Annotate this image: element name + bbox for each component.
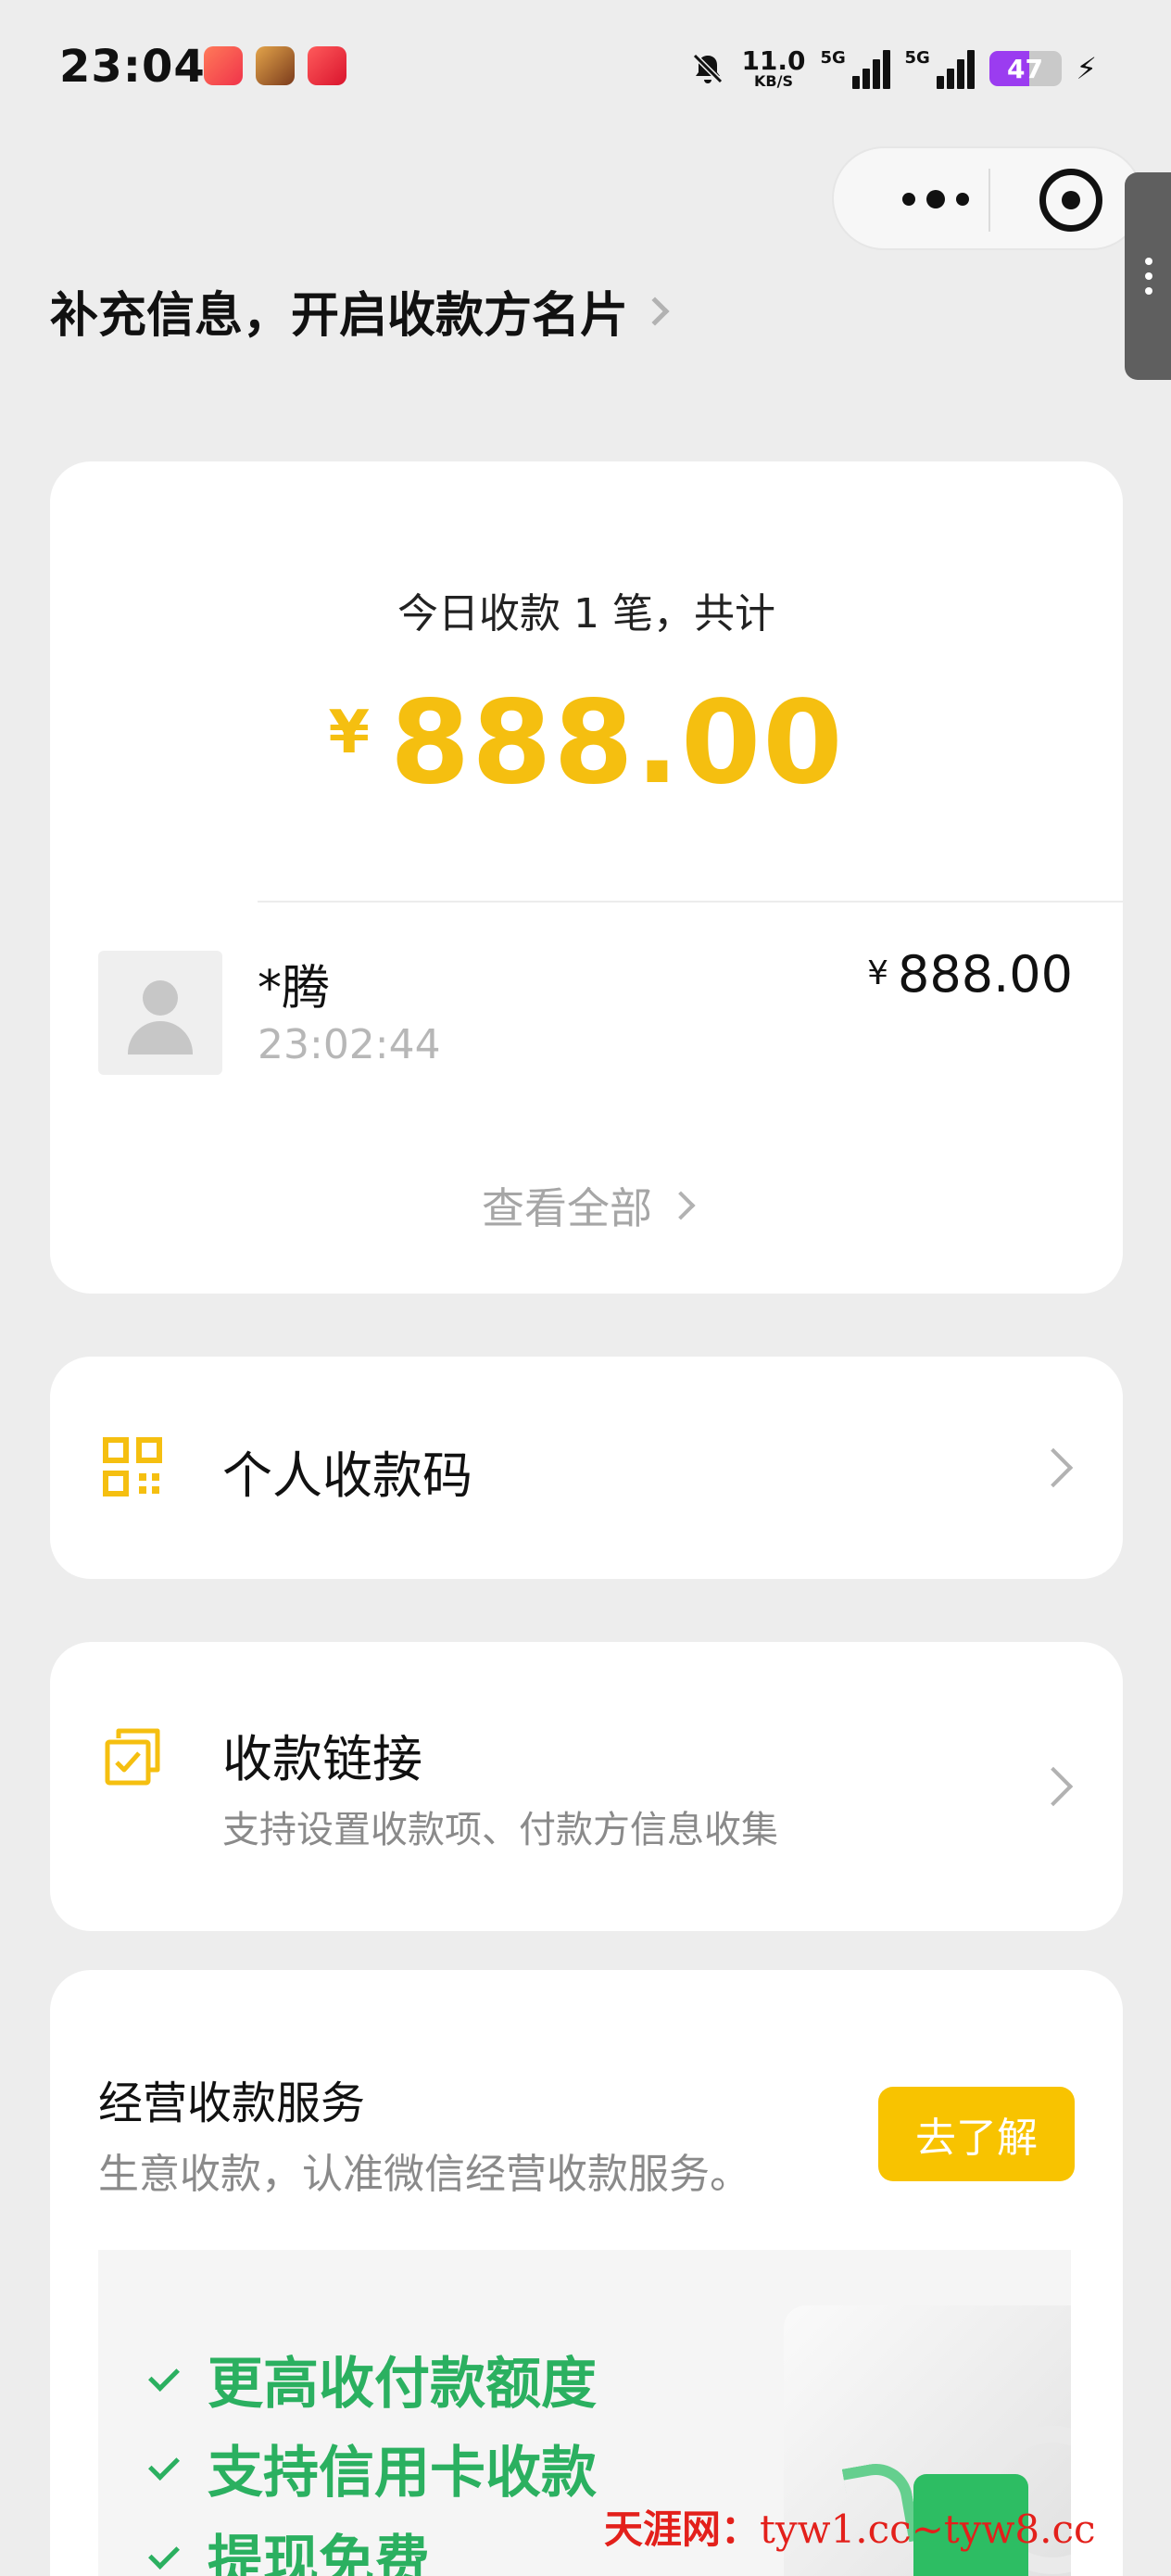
- feature-text: 提现免费: [208, 2530, 430, 2576]
- status-right: 11.0 KB/S 5G 5G 47 ⚡: [689, 41, 1097, 96]
- feature-text: 更高收付款额度: [208, 2352, 597, 2417]
- transaction-currency: ¥: [867, 954, 889, 992]
- battery-icon: 47: [988, 51, 1062, 86]
- more-dots-icon[interactable]: [880, 167, 991, 232]
- signal-2-label: 5G: [904, 48, 930, 68]
- check-icon: [148, 2448, 180, 2481]
- business-service-card: 经营收款服务 生意收款，认准微信经营收款服务。 去了解 更高收付款额度 支持信用…: [50, 1970, 1123, 2576]
- watermark: 天涯网： tyw1.cc~tyw8.cc: [604, 2498, 1096, 2555]
- payment-link-row[interactable]: 收款链接 支持设置收款项、付款方信息收集: [50, 1642, 1123, 1931]
- chevron-right-icon: [640, 296, 670, 326]
- shopping-notification-icon: [308, 46, 346, 85]
- personal-qr-code-row[interactable]: 个人收款码: [50, 1357, 1123, 1579]
- status-time: 23:04: [59, 41, 206, 93]
- capsule-divider: [988, 169, 990, 232]
- transaction-time: 23:02:44: [258, 1021, 441, 1068]
- feature-text: 支持信用卡收款: [208, 2441, 597, 2506]
- transaction-amount: ¥ 888.00: [867, 945, 1073, 1004]
- charging-icon: ⚡: [1076, 51, 1097, 86]
- summary-amount: ¥ 888.00: [50, 676, 1123, 810]
- today-summary-card: 今日收款 1 笔，共计 ¥ 888.00 *腾 23:02:44 ¥ 888.0…: [50, 461, 1123, 1294]
- payment-link-label: 收款链接: [222, 1730, 422, 1788]
- signal-1-label: 5G: [820, 48, 846, 68]
- payment-link-subtitle: 支持设置收款项、付款方信息收集: [222, 1809, 778, 1851]
- network-speed-value: 11.0: [741, 45, 806, 76]
- transaction-payer-name: *腾: [258, 961, 331, 1017]
- check-icon: [148, 2537, 180, 2570]
- payee-card-link-text: 补充信息，开启收款方名片: [50, 288, 629, 344]
- miniprogram-capsule: [832, 146, 1143, 250]
- view-all-link[interactable]: 查看全部: [50, 1175, 1123, 1236]
- qr-code-icon: [103, 1437, 162, 1496]
- side-drag-handle[interactable]: [1125, 172, 1171, 380]
- feature-item: 支持信用卡收款: [148, 2428, 597, 2508]
- view-all-label: 查看全部: [482, 1183, 652, 1233]
- status-bar: 23:04 11.0 KB/S 5G 5G 47 ⚡: [0, 0, 1171, 139]
- business-service-title: 经营收款服务: [98, 2077, 366, 2129]
- summary-currency: ¥: [328, 699, 370, 767]
- chevron-right-icon: [666, 1191, 696, 1220]
- watermark-url: tyw1.cc~tyw8.cc: [760, 2507, 1096, 2552]
- network-speed: 11.0 KB/S: [741, 48, 805, 89]
- transaction-amount-value: 888.00: [898, 945, 1073, 1004]
- learn-more-button[interactable]: 去了解: [878, 2087, 1075, 2181]
- app-notification-icon: [204, 46, 243, 85]
- target-close-icon[interactable]: [1039, 169, 1102, 232]
- game-notification-icon: [256, 46, 295, 85]
- payee-card-link[interactable]: 补充信息，开启收款方名片: [50, 276, 670, 346]
- summary-amount-value: 888.00: [390, 676, 845, 810]
- chevron-right-icon: [1033, 1447, 1074, 1488]
- avatar: [98, 951, 222, 1075]
- signal-icon: 5G: [821, 48, 890, 89]
- check-icon: [148, 2359, 180, 2392]
- divider: [258, 901, 1123, 903]
- personal-qr-code-label: 个人收款码: [222, 1446, 472, 1505]
- feature-item: 提现免费: [148, 2517, 430, 2576]
- chevron-right-icon: [1033, 1766, 1074, 1807]
- network-speed-unit: KB/S: [754, 72, 793, 90]
- link-check-icon: [105, 1728, 160, 1786]
- business-service-subtitle: 生意收款，认准微信经营收款服务。: [98, 2151, 750, 2198]
- summary-title: 今日收款 1 笔，共计: [397, 590, 775, 638]
- notifications-muted-icon: [693, 53, 724, 84]
- signal-2-icon: 5G: [905, 48, 975, 89]
- watermark-site: 天涯网：: [604, 2507, 761, 2552]
- feature-item: 更高收付款额度: [148, 2339, 597, 2419]
